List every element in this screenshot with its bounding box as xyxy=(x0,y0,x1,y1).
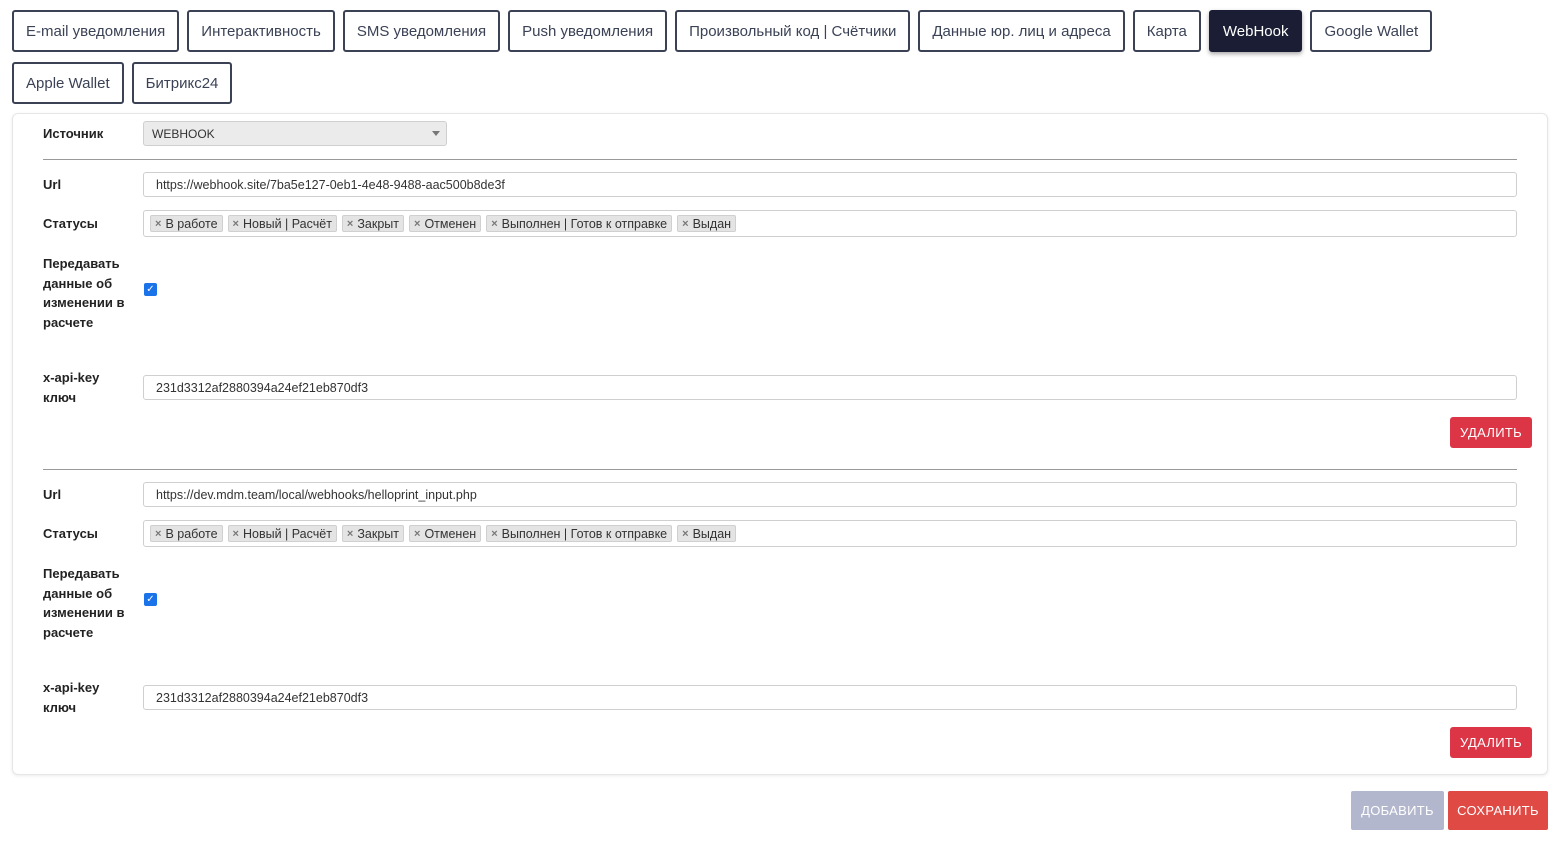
chevron-down-icon xyxy=(432,131,440,136)
status-tag: × Отменен xyxy=(409,215,482,232)
remove-tag-icon[interactable]: × xyxy=(414,218,420,230)
tab-interactivity[interactable]: Интерактивность xyxy=(187,10,335,52)
status-tag: × Новый | Расчёт xyxy=(227,525,337,542)
webhook-2-delete-button[interactable]: УДАЛИТЬ xyxy=(1450,727,1532,758)
remove-tag-icon[interactable]: × xyxy=(347,218,353,230)
tab-map[interactable]: Карта xyxy=(1132,10,1201,52)
tab-apple-wallet[interactable]: Apple Wallet xyxy=(12,62,124,104)
tab-sms[interactable]: SMS уведомления xyxy=(342,10,501,52)
save-button[interactable]: СОХРАНИТЬ xyxy=(1448,791,1548,830)
remove-tag-icon[interactable]: × xyxy=(682,528,688,540)
tab-custom-code[interactable]: Произвольный код | Счётчики xyxy=(675,10,911,52)
webhook-2-transfer-checkbox[interactable]: ✓ xyxy=(144,593,157,606)
tab-legal-entities[interactable]: Данные юр. лиц и адреса xyxy=(918,10,1125,52)
tab-webhook[interactable]: WebHook xyxy=(1208,10,1303,52)
status-tag: × Выдан xyxy=(677,525,737,542)
status-tag: × В работе xyxy=(150,525,223,542)
source-select-value: WEBHOOK xyxy=(152,126,215,141)
divider xyxy=(43,469,1517,470)
remove-tag-icon[interactable]: × xyxy=(491,528,497,540)
webhook-1-url-input[interactable]: https://webhook.site/7ba5e127-0eb1-4e48-… xyxy=(143,172,1517,197)
remove-tag-icon[interactable]: × xyxy=(347,528,353,540)
remove-tag-icon[interactable]: × xyxy=(233,528,239,540)
transfer-label: Передавать данные об изменении в расчете xyxy=(43,256,125,330)
settings-tabs: E-mail уведомления Интерактивность SMS у… xyxy=(12,10,1552,114)
remove-tag-icon[interactable]: × xyxy=(233,218,239,230)
tab-row-2: Apple Wallet Битрикс24 xyxy=(12,62,1552,104)
webhook-2-apikey-input[interactable]: 231d3312af2880394a24ef21eb870df3 xyxy=(143,685,1517,710)
status-tag: × В работе xyxy=(150,215,223,232)
remove-tag-icon[interactable]: × xyxy=(414,528,420,540)
status-tag: × Отменен xyxy=(409,525,482,542)
url-label: Url xyxy=(43,177,62,192)
status-tag: × Закрыт xyxy=(341,215,404,232)
webhook-2-url-input[interactable]: https://dev.mdm.team/local/webhooks/hell… xyxy=(143,482,1517,507)
apikey-label: x-api-key ключ xyxy=(43,370,100,405)
remove-tag-icon[interactable]: × xyxy=(682,218,688,230)
transfer-label: Передавать данные об изменении в расчете xyxy=(43,566,125,640)
source-select[interactable]: WEBHOOK xyxy=(143,121,447,146)
webhook-1-apikey-input[interactable]: 231d3312af2880394a24ef21eb870df3 xyxy=(143,375,1517,400)
status-tag: × Выдан xyxy=(677,215,737,232)
remove-tag-icon[interactable]: × xyxy=(155,528,161,540)
webhook-2-statuses-select[interactable]: × В работе × Новый | Расчёт × Закрыт × Отмен… xyxy=(143,520,1517,547)
webhook-1-transfer-checkbox[interactable]: ✓ xyxy=(144,283,157,296)
tab-push[interactable]: Push уведомления xyxy=(508,10,668,52)
status-tag: × Выполнен | Готов к отправке xyxy=(486,215,673,232)
status-tag: × Новый | Расчёт xyxy=(227,215,337,232)
webhook-1-delete-button[interactable]: УДАЛИТЬ xyxy=(1450,417,1532,448)
remove-tag-icon[interactable]: × xyxy=(491,218,497,230)
status-tag: × Выполнен | Готов к отправке xyxy=(486,525,673,542)
tab-bitrix24[interactable]: Битрикс24 xyxy=(131,62,233,104)
add-button[interactable]: ДОБАВИТЬ xyxy=(1351,791,1444,830)
tab-email[interactable]: E-mail уведомления xyxy=(12,10,180,52)
remove-tag-icon[interactable]: × xyxy=(155,218,161,230)
apikey-label: x-api-key ключ xyxy=(43,680,100,715)
tab-row-1: E-mail уведомления Интерактивность SMS у… xyxy=(12,10,1552,52)
checkmark-icon: ✓ xyxy=(146,283,155,295)
divider xyxy=(43,159,1517,160)
checkmark-icon: ✓ xyxy=(146,593,155,605)
status-tag: × Закрыт xyxy=(341,525,404,542)
webhook-panel: Источник WEBHOOK Url https://webhook.sit… xyxy=(12,113,1548,775)
statuses-label: Статусы xyxy=(43,216,98,231)
source-label: Источник xyxy=(43,126,104,141)
statuses-label: Статусы xyxy=(43,526,98,541)
tab-google-wallet[interactable]: Google Wallet xyxy=(1310,10,1433,52)
url-label: Url xyxy=(43,487,62,502)
webhook-1-statuses-select[interactable]: × В работе × Новый | Расчёт × Закрыт × Отмен… xyxy=(143,210,1517,237)
